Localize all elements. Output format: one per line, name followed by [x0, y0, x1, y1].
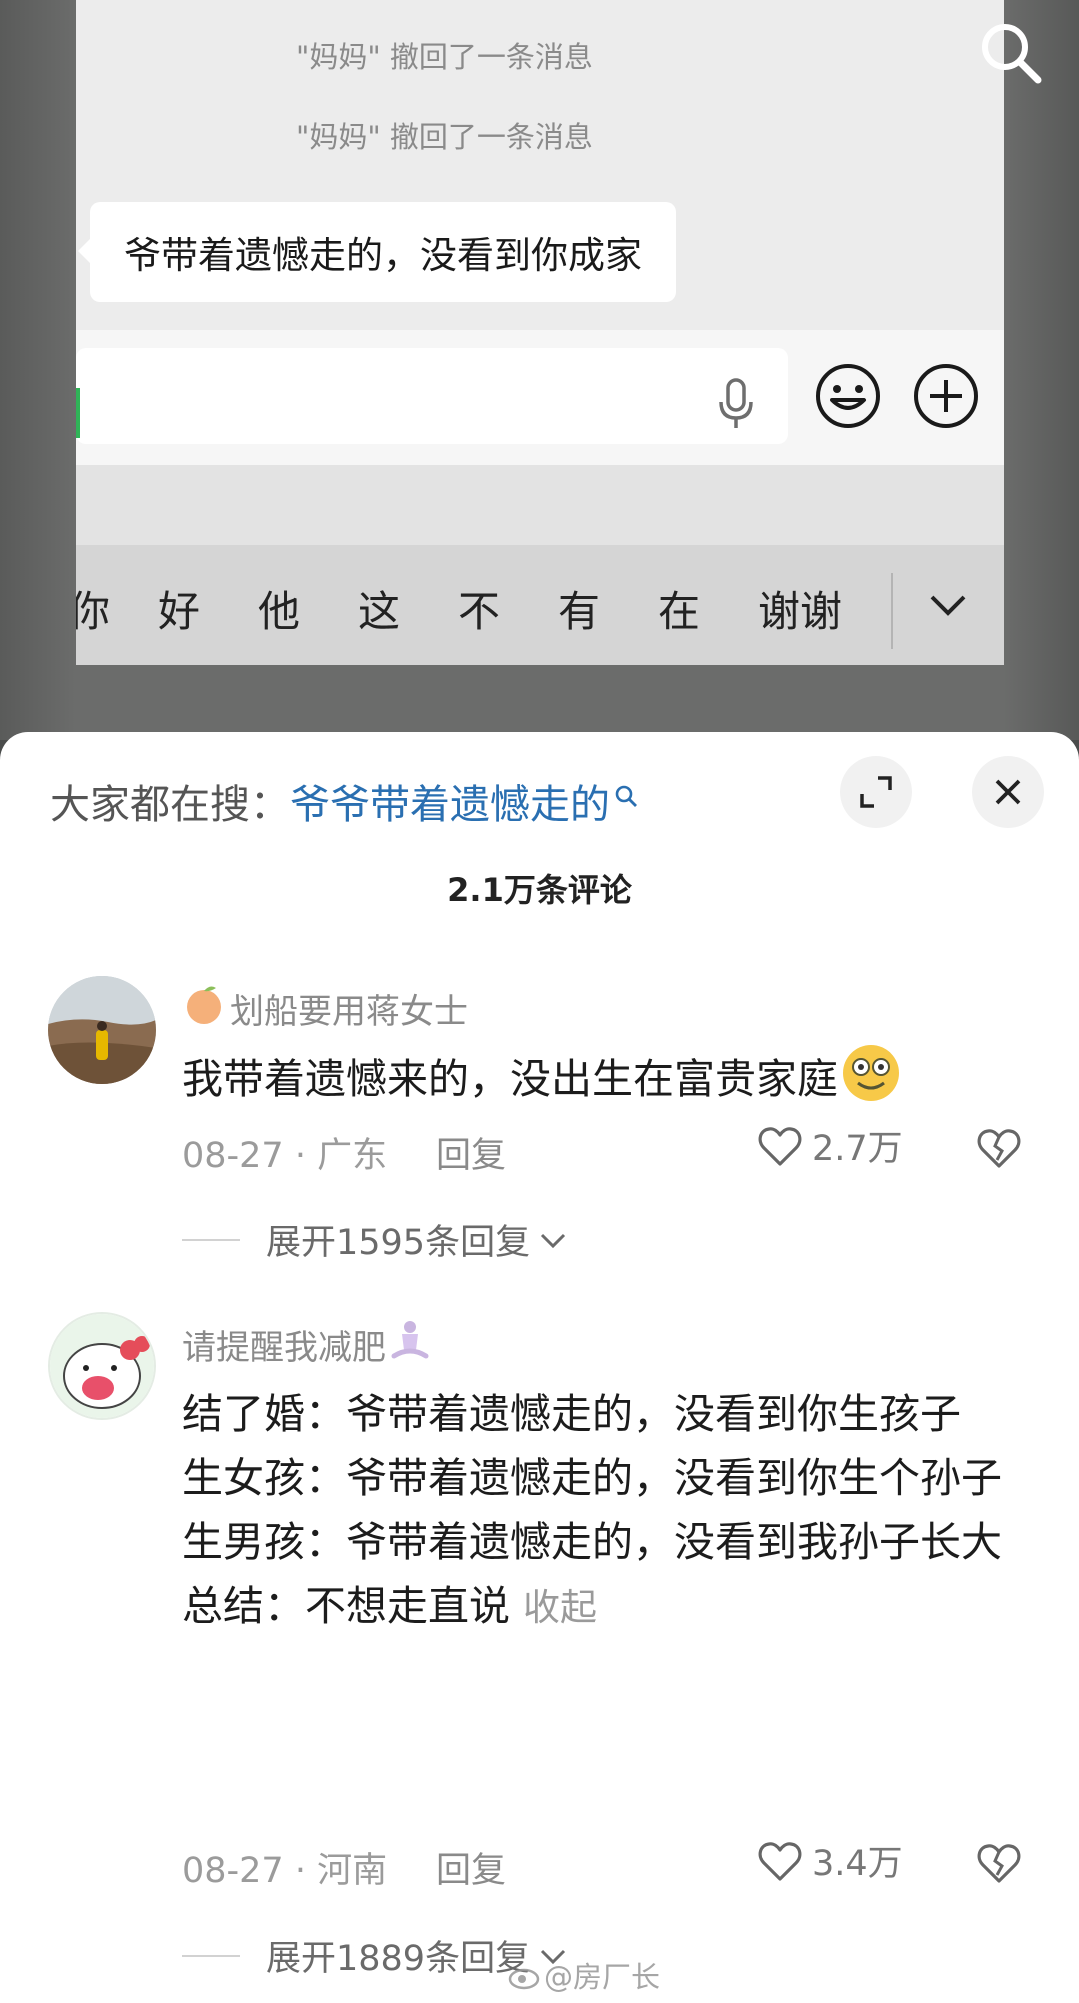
reply-button[interactable]: 回复: [436, 1127, 506, 1178]
emoji-icon: [814, 362, 882, 434]
weibo-watermark: @房厂长: [508, 1954, 660, 1996]
chat-bubble: 爷带着遗憾走的，没看到你成家: [78, 202, 676, 302]
microphone-icon: [716, 376, 756, 436]
candidate-word: 好: [158, 587, 201, 636]
heart-icon: [758, 1126, 802, 1166]
comment-line: 总结：不想走直说: [182, 1582, 510, 1630]
candidate-word: 有: [558, 587, 601, 636]
search-icon[interactable]: [976, 18, 1046, 92]
heart-icon: [758, 1841, 802, 1881]
broken-heart-icon[interactable]: [974, 1839, 1024, 1889]
chevron-down-icon: [541, 1233, 566, 1248]
comment-line-last: 总结：不想走直说 收起: [182, 1574, 1012, 1640]
like-count: 3.4万: [812, 1844, 903, 1884]
comment-date-location: 08-27 · 河南: [182, 1851, 388, 1891]
candidate-word: 他: [258, 587, 301, 636]
ime-candidate-bar: 你 好 他 这 不 有 在 谢谢: [76, 545, 1004, 665]
divider-line: [182, 1238, 240, 1241]
search-icon: [614, 774, 640, 820]
candidate-word: 你: [76, 587, 111, 636]
avatar[interactable]: [48, 1312, 156, 1420]
chat-message-area: "妈妈" 撤回了一条消息 "妈妈" 撤回了一条消息 爷带着遗憾走的，没看到你成家: [76, 0, 1004, 330]
divider-line: [182, 1954, 240, 1957]
candidate-word: 谢谢: [758, 587, 843, 636]
comment-line: 生男孩：爷带着遗憾走的，没看到我孙子长大: [182, 1518, 1002, 1566]
fullscreen-button[interactable]: [840, 756, 912, 828]
weibo-logo-icon: [508, 1968, 540, 1990]
hot-search-bar[interactable]: 大家都在搜： 爷爷带着遗憾走的: [50, 772, 640, 830]
like-button[interactable]: 3.4万: [756, 1835, 903, 1886]
candidate-word: 在: [658, 587, 701, 636]
comment-line: 生女孩：爷带着遗憾走的，没看到你生个孙子: [182, 1454, 1002, 1502]
grin-emoji-icon: [840, 1042, 902, 1122]
chat-input-bar: [76, 330, 1004, 465]
avatar[interactable]: [48, 976, 156, 1084]
comments-sheet: 大家都在搜： 爷爷带着遗憾走的 2.1万条评论 划船要用蒋女士 我带着遗憾来的，…: [0, 732, 1079, 2003]
close-icon: [995, 779, 1021, 805]
comment-username[interactable]: 请提醒我减肥: [182, 1318, 430, 1371]
video-background: "妈妈" 撤回了一条消息 "妈妈" 撤回了一条消息 爷带着遗憾走的，没看到你成家…: [0, 0, 1079, 740]
candidate-word: 这: [358, 587, 401, 636]
recall-notice-2: "妈妈" 撤回了一条消息: [296, 120, 593, 154]
broken-heart-icon[interactable]: [974, 1124, 1024, 1174]
expand-replies-label: 展开1595条回复: [266, 1223, 531, 1263]
hot-search-prefix: 大家都在搜：: [50, 782, 290, 828]
chevron-down-icon: [926, 583, 970, 631]
chat-screenshot: "妈妈" 撤回了一条消息 "妈妈" 撤回了一条消息 爷带着遗憾走的，没看到你成家…: [76, 0, 1004, 665]
candidate-divider: [891, 573, 893, 649]
reply-button[interactable]: 回复: [436, 1842, 506, 1893]
expand-replies-button[interactable]: 展开1595条回复: [182, 1214, 570, 1265]
comment-text: 结了婚：爷带着遗憾走的，没看到你生孩子 生女孩：爷带着遗憾走的，没看到你生个孙子…: [182, 1382, 1012, 1640]
comment-username[interactable]: 划船要用蒋女士: [182, 982, 468, 1035]
username-text: 划船要用蒋女士: [230, 992, 468, 1032]
like-button[interactable]: 2.7万: [756, 1120, 903, 1171]
plus-circle-icon: [912, 362, 980, 434]
peach-icon: [182, 982, 226, 1035]
meditation-person-icon: [390, 1318, 430, 1371]
like-count: 2.7万: [812, 1129, 903, 1169]
keyboard-toolbar: [76, 465, 1004, 545]
chat-input-field: [76, 348, 788, 444]
close-button[interactable]: [972, 756, 1044, 828]
collapse-link[interactable]: 收起: [523, 1586, 597, 1629]
input-cursor-accent: [76, 388, 80, 438]
comment-date-location: 08-27 · 广东: [182, 1136, 388, 1176]
comment-line: 结了婚：爷带着遗憾走的，没看到你生孩子: [182, 1390, 961, 1438]
hot-search-term[interactable]: 爷爷带着遗憾走的: [290, 772, 610, 830]
candidate-word: 不: [458, 587, 501, 636]
expand-replies-label: 展开1889条回复: [266, 1939, 531, 1979]
comment-body: 我带着遗憾来的，没出生在富贵家庭: [182, 1055, 838, 1103]
comment-text: 我带着遗憾来的，没出生在富贵家庭: [182, 1042, 1012, 1122]
recall-notice-1: "妈妈" 撤回了一条消息: [296, 40, 593, 74]
expand-icon: [860, 776, 892, 808]
watermark-text: @房厂长: [544, 1960, 661, 1994]
username-text: 请提醒我减肥: [182, 1328, 386, 1368]
comment-count: 2.1万条评论: [447, 871, 632, 909]
